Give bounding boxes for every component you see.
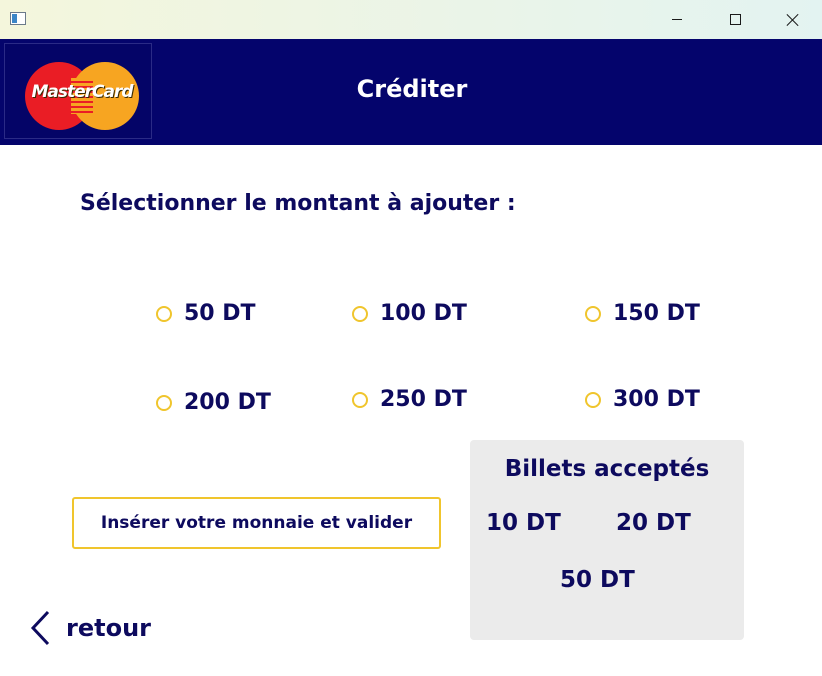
window-titlebar — [0, 0, 822, 39]
minimize-icon — [672, 19, 682, 20]
header-bar: MasterCard Créditer — [0, 39, 822, 145]
amount-label: 200 DT — [184, 390, 271, 415]
app-icon — [10, 12, 26, 25]
accepted-notes-panel: Billets acceptés 10 DT 20 DT 50 DT — [470, 440, 744, 640]
radio-button[interactable] — [156, 394, 172, 411]
amount-label: 250 DT — [380, 387, 467, 412]
accepted-notes-title: Billets acceptés — [504, 456, 710, 482]
amount-label: 300 DT — [613, 387, 700, 412]
maximize-button[interactable] — [706, 0, 764, 39]
chevron-left-icon — [30, 610, 50, 646]
amount-label: 50 DT — [184, 301, 256, 326]
back-label: retour — [66, 614, 151, 642]
amount-option-250[interactable]: 250 DT — [352, 387, 467, 412]
accepted-note-20: 20 DT — [616, 510, 691, 536]
insert-and-validate-button[interactable]: Insérer votre monnaie et valider — [72, 497, 441, 549]
minimize-button[interactable] — [648, 0, 706, 39]
close-button[interactable] — [764, 0, 822, 39]
logo-text: MasterCard — [31, 82, 133, 102]
accepted-note-10: 10 DT — [486, 510, 561, 536]
amount-option-200[interactable]: 200 DT — [156, 390, 271, 415]
page-title: Créditer — [356, 75, 468, 103]
radio-button[interactable] — [585, 305, 601, 322]
mastercard-logo: MasterCard — [4, 43, 152, 139]
amount-option-300[interactable]: 300 DT — [585, 387, 700, 412]
amount-option-100[interactable]: 100 DT — [352, 301, 467, 326]
amount-prompt: Sélectionner le montant à ajouter : — [80, 191, 516, 216]
accepted-note-50: 50 DT — [560, 567, 635, 593]
radio-button[interactable] — [585, 391, 601, 408]
amount-option-50[interactable]: 50 DT — [156, 301, 256, 326]
radio-button[interactable] — [352, 305, 368, 322]
radio-button[interactable] — [156, 305, 172, 322]
amount-label: 100 DT — [380, 301, 467, 326]
close-icon — [787, 14, 799, 26]
radio-button[interactable] — [352, 391, 368, 408]
amount-label: 150 DT — [613, 301, 700, 326]
back-button[interactable]: retour — [28, 608, 151, 648]
amount-option-150[interactable]: 150 DT — [585, 301, 700, 326]
maximize-icon — [729, 14, 741, 25]
